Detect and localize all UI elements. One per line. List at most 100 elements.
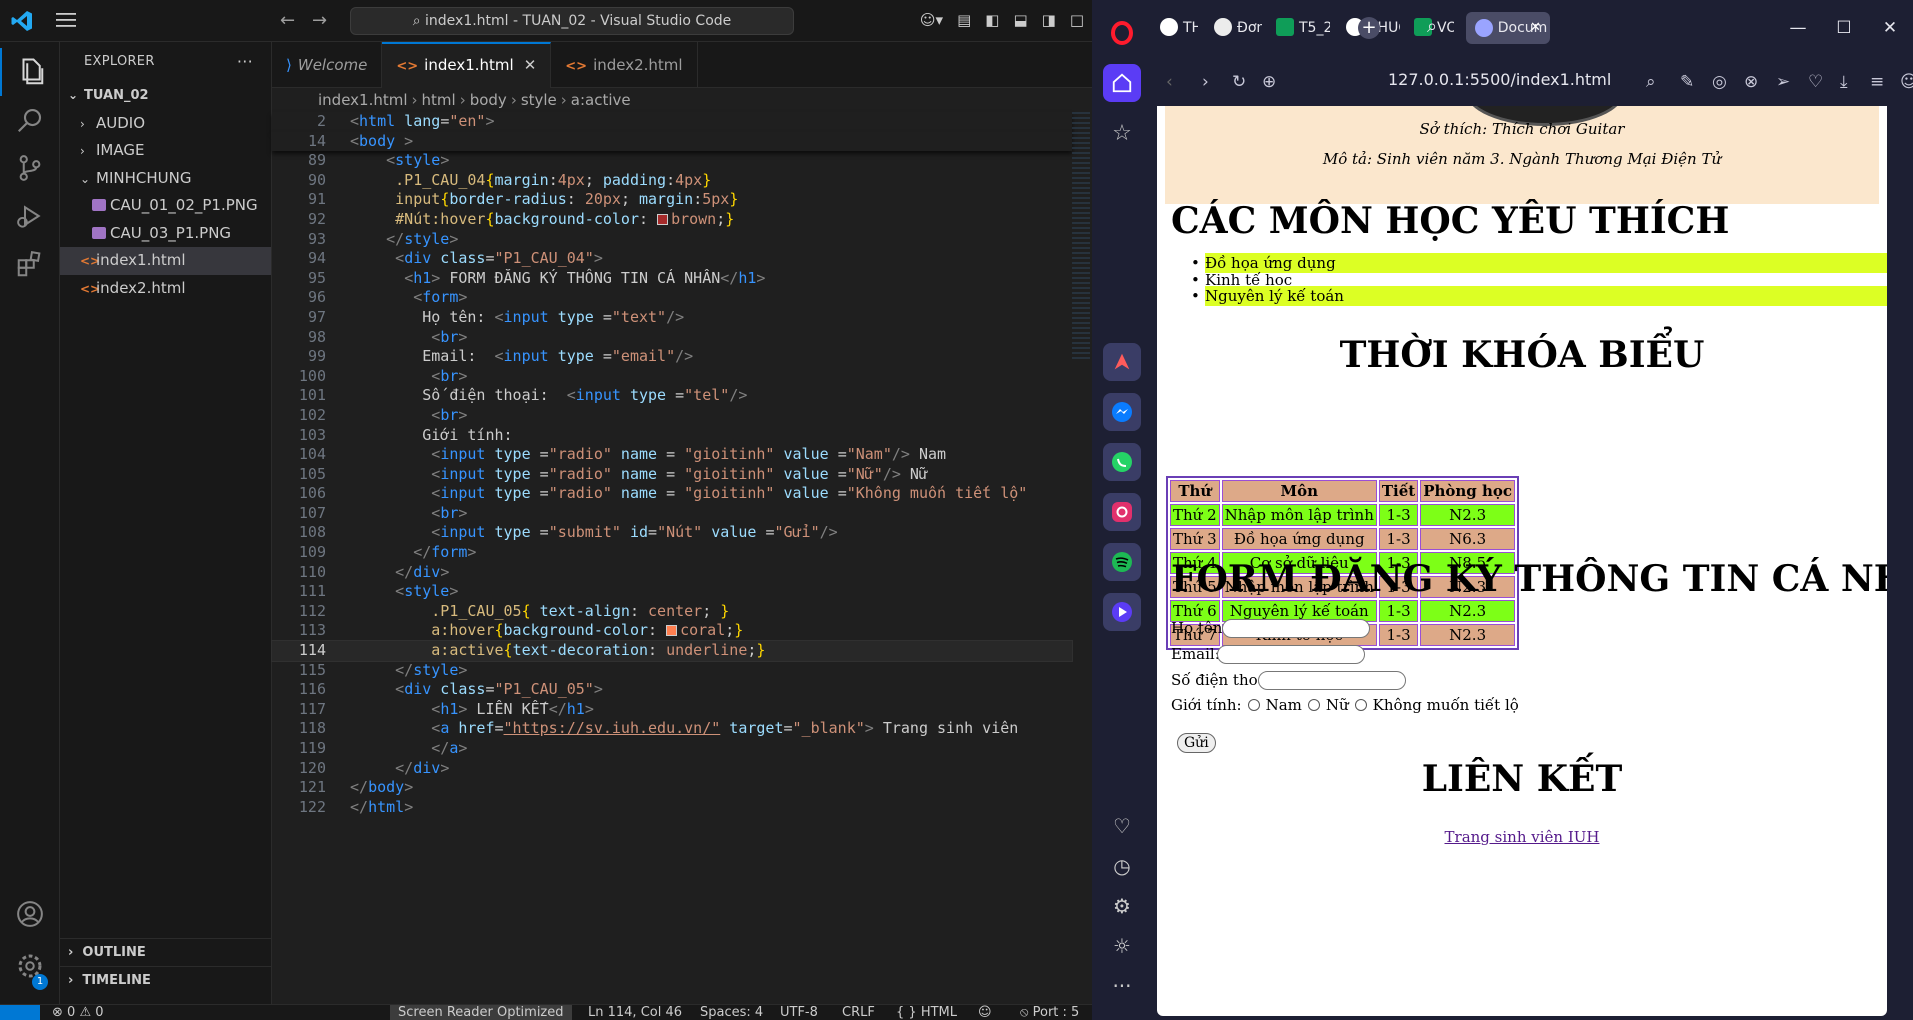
code-line[interactable]: 97 Họ tên: <input type ="text"/> xyxy=(272,308,1072,328)
source-control-icon[interactable] xyxy=(0,144,60,192)
minimize-icon[interactable]: — xyxy=(1775,0,1821,56)
favorite-heart-icon[interactable]: ♡ xyxy=(1808,72,1823,92)
code-line[interactable]: 90 .P1_CAU_04{margin:4px; padding:4px} xyxy=(272,171,1072,191)
toggle-sidebar-icon[interactable]: ◧ xyxy=(985,11,999,29)
close-tab-icon[interactable]: ✕ xyxy=(524,56,537,74)
language-mode[interactable]: { } HTML xyxy=(896,1005,957,1020)
browser-tab[interactable]: Đơn v xyxy=(1208,12,1262,44)
forward-icon[interactable]: › xyxy=(1202,72,1209,92)
instagram-icon[interactable] xyxy=(1103,493,1141,531)
code-line[interactable]: 118 <a href="https://sv.iuh.edu.vn/" tar… xyxy=(272,719,1072,739)
phone-input[interactable] xyxy=(1258,671,1406,690)
code-line[interactable]: 96 <form> xyxy=(272,288,1072,308)
player-icon[interactable] xyxy=(1103,593,1141,631)
code-line[interactable]: 116 <div class="P1_CAU_05"> xyxy=(272,680,1072,700)
browser-tab[interactable]: T5_2 xyxy=(1270,12,1330,44)
tree-item[interactable]: › IMAGE xyxy=(60,137,271,165)
snapshot-icon[interactable]: ◎ xyxy=(1712,72,1727,92)
profile-icon[interactable]: ☺ xyxy=(1900,72,1913,92)
encoding[interactable]: UTF-8 xyxy=(780,1005,818,1020)
forward-arrow-icon[interactable]: → xyxy=(312,10,327,31)
code-line[interactable]: 115 </style> xyxy=(272,661,1072,681)
code-line[interactable]: 94 <div class="P1_CAU_04"> xyxy=(272,249,1072,269)
editor-tab[interactable]: <> index1.html ✕ xyxy=(382,42,552,88)
code-line[interactable]: 122 </html> xyxy=(272,798,1072,818)
radio-nam[interactable] xyxy=(1247,699,1260,711)
run-debug-icon[interactable] xyxy=(0,192,60,240)
heart-icon[interactable]: ♡ xyxy=(1103,807,1141,845)
code-line[interactable]: 91 input{border-radius: 20px; margin:5px… xyxy=(272,190,1072,210)
folder-root[interactable]: ⌄ TUAN_02 xyxy=(60,82,271,110)
code-line[interactable]: 119 </a> xyxy=(272,739,1072,759)
send-icon[interactable]: ➢ xyxy=(1776,72,1790,92)
radio-khong-tiet-lo[interactable] xyxy=(1354,699,1367,711)
tree-item[interactable]: CAU_03_P1.PNG xyxy=(60,220,271,248)
bookmarks-star-icon[interactable]: ☆ xyxy=(1103,114,1141,152)
indentation[interactable]: Spaces: 4 xyxy=(700,1005,763,1020)
tree-item[interactable]: › AUDIO xyxy=(60,110,271,138)
code-line[interactable]: 107 <br> xyxy=(272,504,1072,524)
radio-nu[interactable] xyxy=(1307,699,1320,711)
timeline-section[interactable]: › TIMELINE xyxy=(60,966,272,994)
code-line[interactable]: 113 a:hover{background-color: coral;} xyxy=(272,621,1072,641)
spotify-icon[interactable] xyxy=(1103,543,1141,581)
line-ending[interactable]: CRLF xyxy=(842,1005,875,1020)
edit-icon[interactable]: ✎ xyxy=(1680,72,1694,92)
code-line[interactable]: 103 Giới tính: xyxy=(272,426,1072,446)
submit-button[interactable]: Gửi xyxy=(1177,733,1216,753)
code-line[interactable]: 117 <h1> LIÊN KẾT</h1> xyxy=(272,700,1072,720)
code-line[interactable]: 100 <br> xyxy=(272,367,1072,387)
maximize-icon[interactable]: ☐ xyxy=(1821,0,1867,56)
minimize-window-icon[interactable]: □ xyxy=(1070,11,1084,29)
tab-search-icon[interactable]: ⌕ xyxy=(1427,16,1437,37)
code-line[interactable]: 92 #Nút:hover{background-color: brown;} xyxy=(272,210,1072,230)
layout-editor-icon[interactable]: ▤ xyxy=(957,11,971,29)
close-window-icon[interactable]: ✕ xyxy=(1867,0,1913,56)
toggle-panel-icon[interactable]: ⬓ xyxy=(1013,11,1027,29)
editor-tab[interactable]: ⟩ Welcome xyxy=(272,42,383,88)
code-line[interactable]: 120 </div> xyxy=(272,759,1072,779)
settings-gear-icon[interactable]: 1 xyxy=(0,942,60,990)
copilot-status-icon[interactable]: ☺ xyxy=(978,1005,992,1020)
code-line[interactable]: 98 <br> xyxy=(272,328,1072,348)
code-line[interactable]: 104 <input type ="radio" name = "gioitin… xyxy=(272,445,1072,465)
code-editor[interactable]: 2 <html lang="en"> 14 <body >89 <style> 90 .… xyxy=(271,112,1073,818)
command-center[interactable]: ⌕ index1.html - TUAN_02 - Visual Studio … xyxy=(350,7,794,35)
code-line[interactable]: 99 Email: <input type ="email"/> xyxy=(272,347,1072,367)
url-field[interactable]: 127.0.0.1:5500/index1.html xyxy=(1388,70,1611,89)
tree-item[interactable]: <>index1.html xyxy=(60,247,271,275)
new-tab-button[interactable]: + xyxy=(1358,17,1380,39)
adblock-icon[interactable]: ⊗ xyxy=(1744,72,1758,92)
code-line[interactable]: 106 <input type ="radio" name = "gioitin… xyxy=(272,484,1072,504)
breadcrumb-item[interactable]: body xyxy=(470,91,507,109)
code-line[interactable]: 102 <br> xyxy=(272,406,1072,426)
outline-section[interactable]: › OUTLINE xyxy=(60,938,272,966)
breadcrumb-item[interactable]: style xyxy=(521,91,557,109)
live-server-port[interactable]: ⦸ Port : 5 xyxy=(1020,1005,1079,1020)
explorer-icon[interactable] xyxy=(0,48,60,96)
breadcrumb-item[interactable]: index1.html xyxy=(318,91,408,109)
opera-logo-icon[interactable] xyxy=(1103,14,1141,52)
tree-item[interactable]: ⌄ MINHCHUNG xyxy=(60,165,271,193)
download-icon[interactable]: ⤓ xyxy=(1840,72,1848,92)
account-icon[interactable] xyxy=(0,890,60,938)
name-input[interactable] xyxy=(1222,619,1370,638)
search-activity-icon[interactable] xyxy=(0,96,60,144)
screen-reader-mode[interactable]: Screen Reader Optimized xyxy=(390,1005,572,1020)
whatsapp-icon[interactable] xyxy=(1103,443,1141,481)
lightbulb-icon[interactable]: ☼ xyxy=(1103,927,1141,965)
minimap[interactable] xyxy=(1072,112,1090,362)
code-line[interactable]: 112 .P1_CAU_05{ text-align: center; } xyxy=(272,602,1072,622)
code-line[interactable]: 101 Số điện thoại: <input type ="tel"/> xyxy=(272,386,1072,406)
code-line[interactable]: 2 <html lang="en"> xyxy=(272,112,1072,132)
iuh-student-link[interactable]: Trang sinh viên IUH xyxy=(1157,828,1887,846)
copilot-icon[interactable]: ☺▾ xyxy=(920,11,943,29)
remote-indicator-icon[interactable] xyxy=(0,1005,40,1020)
code-line[interactable]: 110 </div> xyxy=(272,563,1072,583)
code-line[interactable]: 89 <style> xyxy=(272,151,1072,171)
toggle-secondary-sidebar-icon[interactable]: ◨ xyxy=(1042,11,1056,29)
reload-icon[interactable]: ↻ xyxy=(1232,72,1246,92)
settings-icon[interactable]: ⚙ xyxy=(1103,887,1141,925)
code-line[interactable]: 111 <style> xyxy=(272,582,1072,602)
close-browser-tab-icon[interactable]: ✕ xyxy=(1530,14,1541,42)
